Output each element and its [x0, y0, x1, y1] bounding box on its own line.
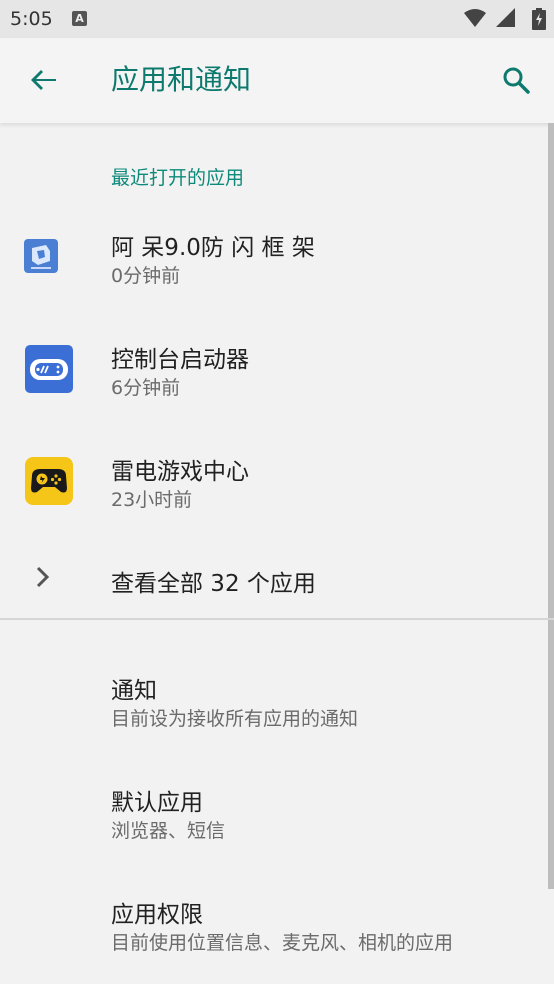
status-time: 5:05: [10, 8, 53, 30]
recent-apps-header: 最近打开的应用: [111, 167, 245, 189]
back-button[interactable]: [28, 64, 60, 96]
signal-icon: [496, 8, 515, 27]
settings-item-title: 默认应用: [111, 790, 203, 816]
recent-app-item-console-launcher[interactable]: 控制台启动器 6分钟前: [0, 330, 548, 430]
search-button[interactable]: [500, 64, 532, 96]
settings-item-title: 应用权限: [111, 902, 203, 928]
chevron-right-icon: [34, 565, 54, 593]
console-launcher-icon: [24, 344, 74, 398]
recent-app-name: 控制台启动器: [111, 347, 249, 373]
recent-app-name: 阿 呆9.0防 闪 框 架: [111, 235, 315, 261]
notification-a-icon: A: [72, 11, 87, 26]
recent-app-time: 0分钟前: [111, 265, 181, 287]
settings-item-notifications[interactable]: 通知 目前设为接收所有应用的通知: [0, 653, 548, 753]
see-all-apps-item[interactable]: 查看全部 32 个应用: [0, 548, 548, 610]
app-bar: 应用和通知: [0, 38, 554, 123]
status-bar: 5:05 A: [0, 0, 554, 38]
settings-item-summary: 目前使用位置信息、麦克风、相机的应用: [111, 932, 454, 954]
wifi-icon: [464, 9, 486, 27]
recent-app-item-leidian[interactable]: 雷电游戏中心 23小时前: [0, 442, 548, 542]
recent-app-item-adai[interactable]: 阿 呆9.0防 闪 框 架 0分钟前: [0, 218, 548, 318]
see-all-apps-label: 查看全部 32 个应用: [111, 571, 316, 597]
recent-app-time: 23小时前: [111, 489, 193, 511]
settings-item-summary: 浏览器、短信: [111, 820, 226, 842]
scrollbar[interactable]: [548, 123, 554, 889]
settings-item-title: 通知: [111, 678, 157, 704]
settings-item-default-apps[interactable]: 默认应用 浏览器、短信: [0, 765, 548, 865]
settings-item-summary: 目前设为接收所有应用的通知: [111, 708, 359, 730]
recent-app-name: 雷电游戏中心: [111, 459, 249, 485]
settings-list[interactable]: 最近打开的应用 阿 呆9.0防 闪 框 架 0分钟前 控制台启动器 6分钟前 雷…: [0, 123, 554, 984]
settings-item-app-permissions[interactable]: 应用权限 目前使用位置信息、麦克风、相机的应用: [0, 877, 548, 977]
search-icon: [503, 67, 530, 94]
arrow-back-icon: [31, 70, 56, 90]
page-title: 应用和通知: [111, 63, 252, 96]
adai-app-icon: [24, 239, 58, 277]
recent-app-time: 6分钟前: [111, 377, 181, 399]
section-divider: [0, 618, 554, 620]
leidian-game-center-icon: [24, 456, 74, 510]
battery-charging-icon: [532, 8, 546, 30]
